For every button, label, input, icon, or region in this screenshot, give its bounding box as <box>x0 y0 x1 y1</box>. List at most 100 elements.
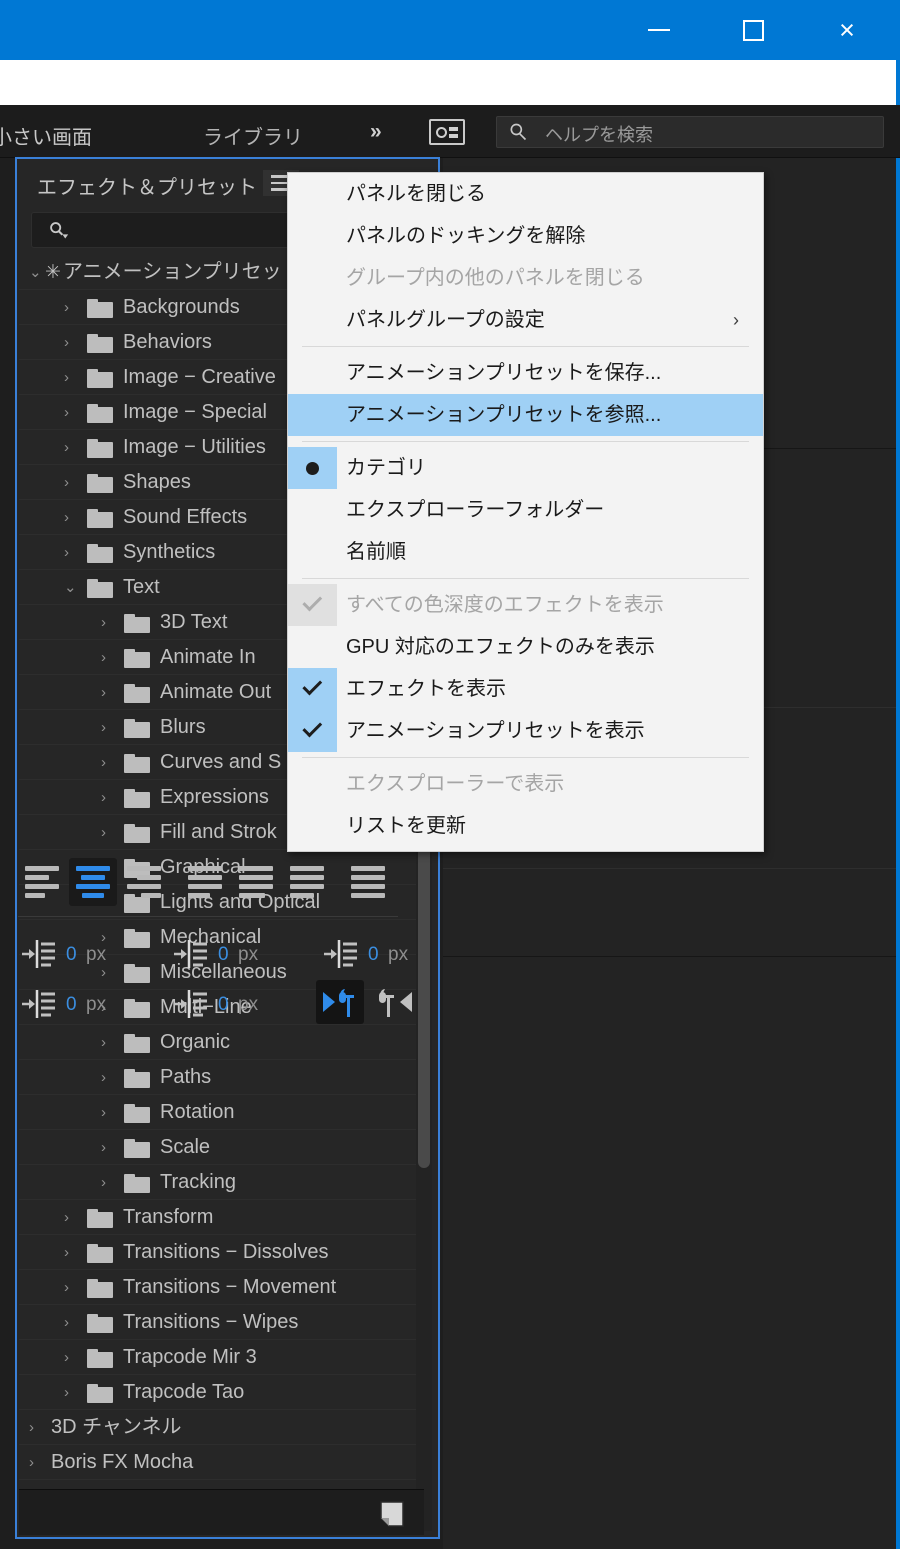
twirl-closed-icon[interactable]: › <box>29 1410 34 1445</box>
tree-row[interactable]: ›Tracking <box>19 1165 424 1200</box>
folder-icon <box>87 509 113 528</box>
twirl-closed-icon[interactable]: › <box>101 1095 106 1130</box>
window-close-button[interactable]: × <box>800 0 894 60</box>
tree-row[interactable]: › 3D チャンネル <box>19 1410 424 1445</box>
twirl-closed-icon[interactable]: › <box>64 1375 69 1410</box>
menu-item: すべての色深度のエフェクトを表示 <box>288 584 763 626</box>
minimize-icon <box>648 29 670 31</box>
indent-right-value[interactable]: 0 <box>66 994 77 1016</box>
menu-item[interactable]: 名前順 <box>288 531 763 573</box>
twirl-closed-icon[interactable]: › <box>101 1130 106 1165</box>
tree-row[interactable]: ›Scale <box>19 1130 424 1165</box>
twirl-closed-icon[interactable]: › <box>101 710 106 745</box>
workspace-tab-small-screen[interactable]: 小さい画面 <box>0 121 92 150</box>
tree-row-label: Text <box>123 570 160 605</box>
tree-row-label: アニメーションプリセッ <box>63 255 282 290</box>
twirl-closed-icon[interactable]: › <box>64 465 69 500</box>
twirl-closed-icon[interactable]: › <box>101 780 106 815</box>
tree-row[interactable]: ›Transitions − Dissolves <box>19 1235 424 1270</box>
align-bar <box>290 884 324 889</box>
panel-divider <box>443 868 896 869</box>
twirl-closed-icon[interactable]: › <box>101 675 106 710</box>
tree-row-label: Animate In <box>160 640 256 675</box>
tree-row[interactable]: ›Rotation <box>19 1095 424 1130</box>
tree-row-label: Transitions − Wipes <box>123 1305 298 1340</box>
folder-icon <box>124 719 150 738</box>
twirl-closed-icon[interactable]: › <box>64 360 69 395</box>
twirl-closed-icon[interactable]: › <box>64 1200 69 1235</box>
menu-item[interactable]: パネルグループの設定› <box>288 299 763 341</box>
twirl-open-icon[interactable]: ⌄ <box>64 570 77 605</box>
tree-row-label: Trapcode Mir 3 <box>123 1340 257 1375</box>
tree-row-label: Image − Utilities <box>123 430 266 465</box>
workspace-overflow-chevrons[interactable]: » <box>370 120 382 144</box>
tree-row[interactable]: ›Transform <box>19 1200 424 1235</box>
direction-ltr-button[interactable] <box>316 980 364 1024</box>
align-bar <box>25 866 59 871</box>
space-before-value[interactable]: 0 <box>218 944 229 966</box>
twirl-closed-icon[interactable]: › <box>101 640 106 675</box>
folder-icon <box>87 299 113 318</box>
tree-row-label: 3D Text <box>160 605 227 640</box>
tree-row[interactable]: ›Transitions − Movement <box>19 1270 424 1305</box>
tree-row[interactable]: › Trapcode Mir 3 <box>19 1340 424 1375</box>
menu-item[interactable]: リストを更新 <box>288 805 763 847</box>
twirl-closed-icon[interactable]: › <box>64 1340 69 1375</box>
twirl-closed-icon[interactable]: › <box>64 535 69 570</box>
menu-item[interactable]: GPU 対応のエフェクトのみを表示 <box>288 626 763 668</box>
justify-last-center-button[interactable] <box>232 858 280 906</box>
twirl-closed-icon[interactable]: › <box>64 1235 69 1270</box>
indent-first-line-value[interactable]: 0 <box>368 944 379 966</box>
tree-row[interactable]: ›Paths <box>19 1060 424 1095</box>
menu-item[interactable]: パネルのドッキングを解除 <box>288 215 763 257</box>
tree-row-label: Image − Creative <box>123 360 276 395</box>
twirl-closed-icon[interactable]: › <box>64 290 69 325</box>
folder-icon <box>124 1174 150 1193</box>
menu-item[interactable]: アニメーションプリセットを保存... <box>288 352 763 394</box>
menu-item[interactable]: アニメーションプリセットを参照... <box>288 394 763 436</box>
window-maximize-button[interactable] <box>706 0 800 60</box>
twirl-closed-icon[interactable]: › <box>64 395 69 430</box>
twirl-closed-icon[interactable]: › <box>64 325 69 360</box>
effects-panel-context-menu[interactable]: パネルを閉じるパネルのドッキングを解除グループ内の他のパネルを閉じるパネルグルー… <box>287 172 764 852</box>
tree-row-label: 3D チャンネル <box>51 1410 182 1445</box>
twirl-closed-icon[interactable]: › <box>29 1445 34 1480</box>
help-search-field[interactable]: ヘルプを検索 <box>496 116 884 148</box>
new-folder-icon[interactable] <box>378 1500 406 1528</box>
folder-icon <box>87 369 113 388</box>
menu-separator <box>302 346 749 347</box>
twirl-closed-icon[interactable]: › <box>101 745 106 780</box>
workspace-tab-library[interactable]: ライブラリ <box>203 121 303 150</box>
workspace-settings-icon[interactable] <box>429 119 465 145</box>
menu-item-label: カテゴリ <box>346 457 426 479</box>
justify-all-button[interactable] <box>344 858 392 906</box>
twirl-closed-icon[interactable]: › <box>101 605 106 640</box>
direction-rtl-button[interactable] <box>372 980 420 1024</box>
menu-item[interactable]: パネルを閉じる <box>288 173 763 215</box>
twirl-closed-icon[interactable]: › <box>101 1165 106 1200</box>
twirl-closed-icon[interactable]: › <box>101 1060 106 1095</box>
space-after-value[interactable]: 0 <box>218 994 229 1016</box>
justify-last-left-button[interactable] <box>181 858 229 906</box>
twirl-open-icon[interactable]: ⌄ <box>29 255 42 290</box>
align-right-button[interactable] <box>120 858 168 906</box>
window-minimize-button[interactable] <box>612 0 706 60</box>
twirl-closed-icon[interactable]: › <box>64 1305 69 1340</box>
indent-left-value[interactable]: 0 <box>66 944 77 966</box>
search-icon <box>48 221 70 241</box>
menu-item[interactable]: カテゴリ <box>288 447 763 489</box>
align-left-button[interactable] <box>18 858 66 906</box>
menu-item[interactable]: エフェクトを表示 <box>288 668 763 710</box>
justify-last-right-button[interactable] <box>283 858 331 906</box>
folder-icon <box>124 754 150 773</box>
tree-row[interactable]: ›Trapcode Tao <box>19 1375 424 1410</box>
tree-row[interactable]: ›Boris FX Mocha <box>19 1445 424 1480</box>
twirl-closed-icon[interactable]: › <box>64 430 69 465</box>
twirl-closed-icon[interactable]: › <box>64 500 69 535</box>
tree-row[interactable]: › Transitions − Wipes <box>19 1305 424 1340</box>
align-center-button[interactable] <box>69 858 117 906</box>
twirl-closed-icon[interactable]: › <box>64 1270 69 1305</box>
align-bar <box>82 893 104 898</box>
menu-item[interactable]: エクスプローラーフォルダー <box>288 489 763 531</box>
menu-item[interactable]: アニメーションプリセットを表示 <box>288 710 763 752</box>
